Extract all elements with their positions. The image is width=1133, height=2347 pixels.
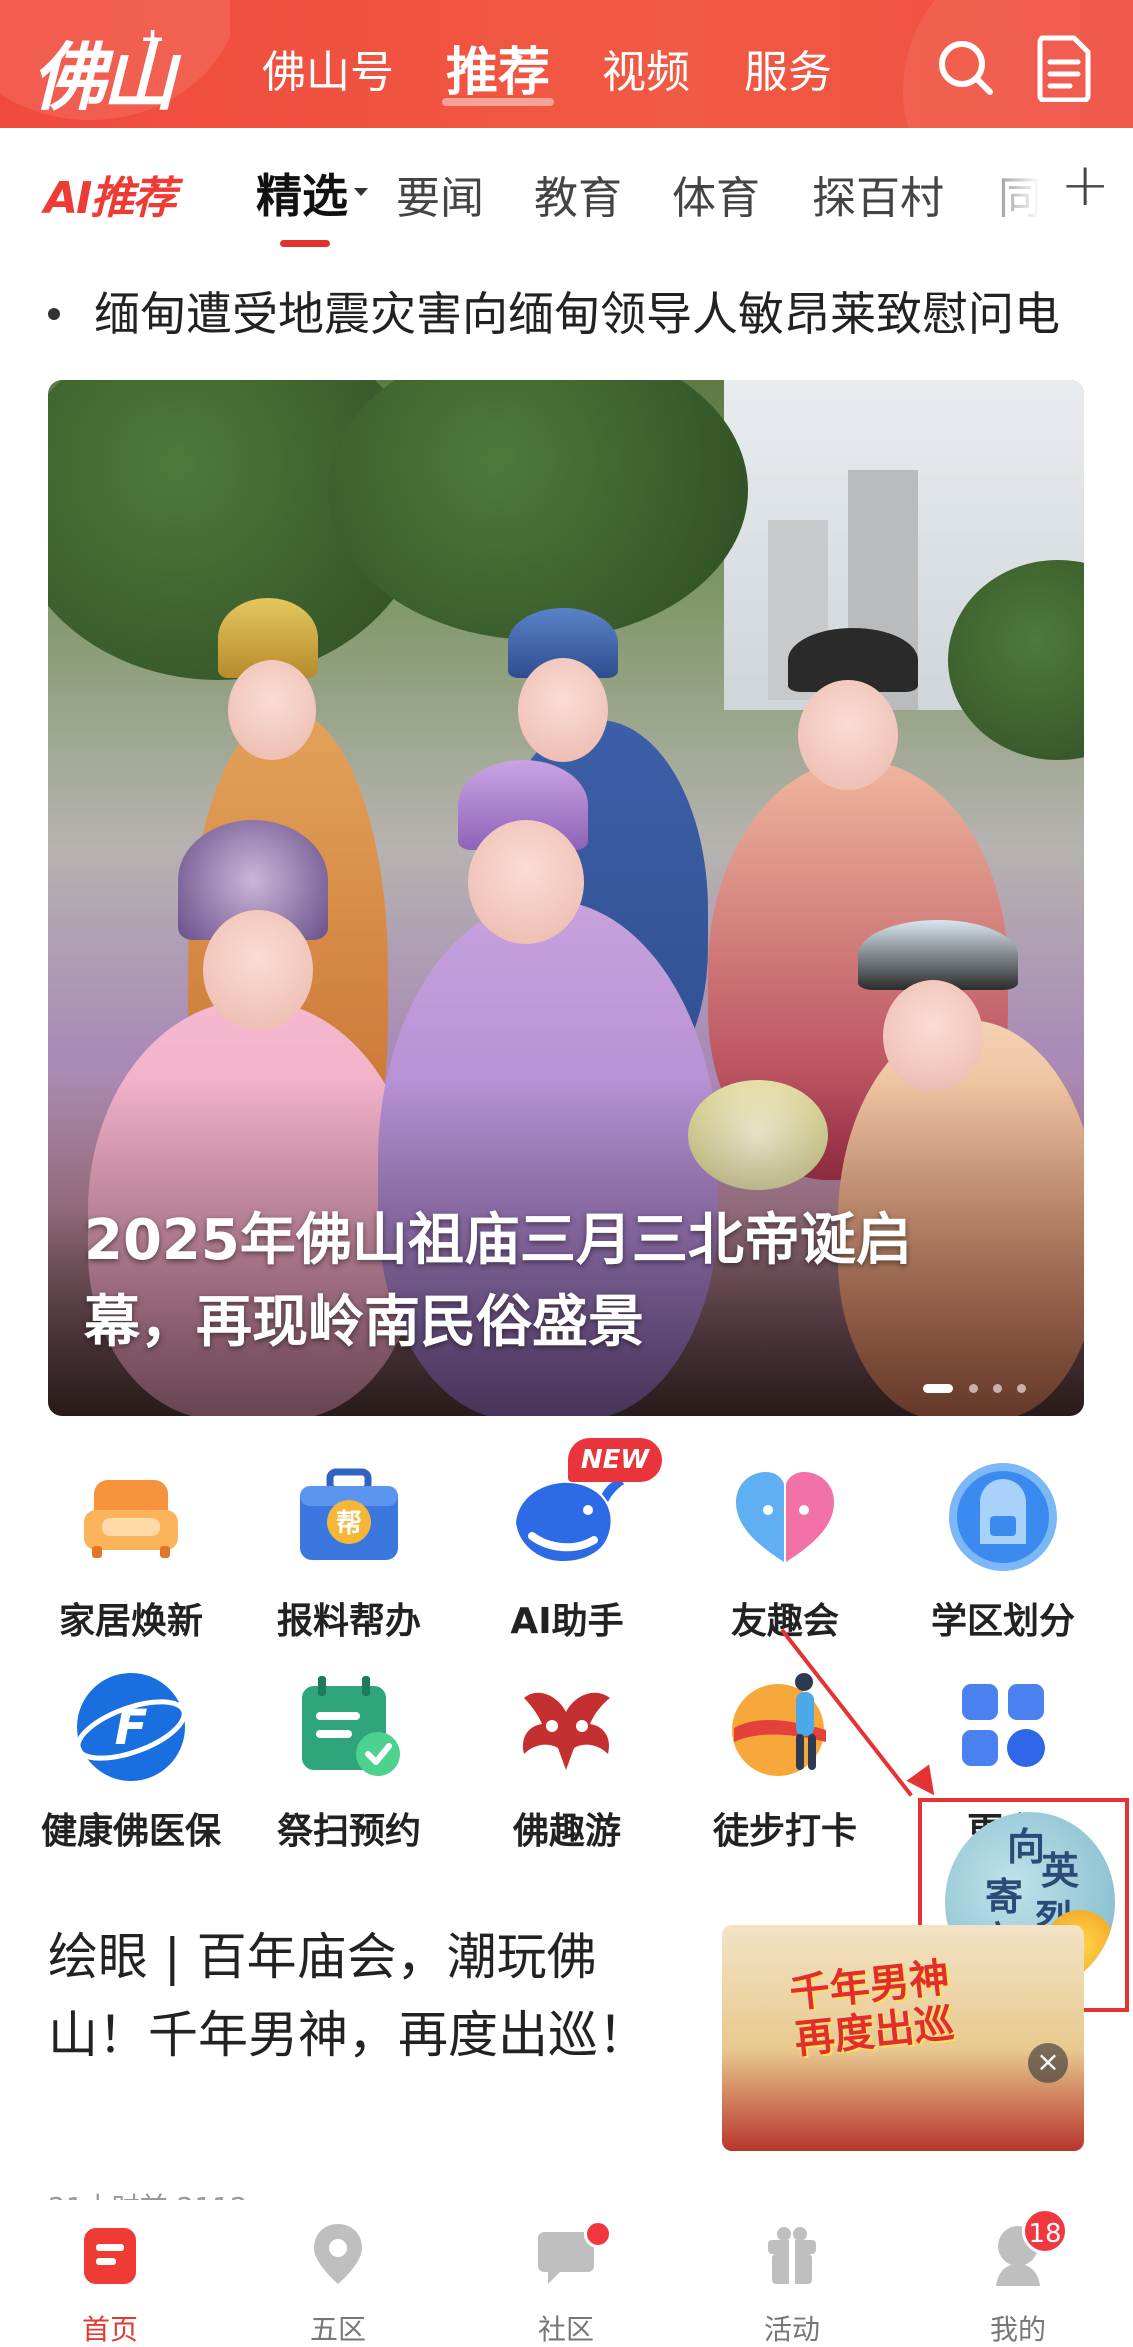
app-header: 佛山 + 佛山号 推荐 视频 服务 [0, 0, 1133, 128]
search-icon[interactable] [936, 38, 996, 98]
tab-recommend[interactable]: 推荐 [446, 30, 550, 105]
headline-text: 缅甸遭受地震灾害向缅甸领导人敏昂莱致慰问电 [94, 287, 1060, 341]
pager-dot [993, 1384, 1002, 1393]
service-home-renew[interactable]: 家居焕新 [22, 1458, 222, 1658]
nav-label: 我的 [989, 2313, 1046, 2346]
briefcase-icon: 帮 [300, 1468, 398, 1560]
profile-notification-badge: 18 [1022, 2208, 1068, 2254]
tab-active-indicator [442, 98, 554, 106]
home-icon [84, 2228, 136, 2284]
channel-villages[interactable]: 探百村 [812, 162, 944, 226]
channel-news[interactable]: 要闻 [396, 162, 484, 226]
service-tomb-sweeping[interactable]: 祭扫预约 [240, 1668, 440, 1868]
service-friends-club[interactable]: 友趣会 [676, 1458, 876, 1658]
article-thumbnail[interactable]: 千年男神 再度出巡 × [722, 1925, 1084, 2151]
school-bag-icon [949, 1463, 1057, 1571]
ai-recommend-tag[interactable]: AI推荐 [44, 162, 176, 226]
banner-title-line: 2025年佛山祖庙三月三北帝诞启 [84, 1208, 912, 1273]
channel-fade [960, 128, 1040, 248]
new-badge: NEW [568, 1438, 662, 1482]
header-decoration-right [873, 0, 1133, 128]
lion-dance-icon [522, 1692, 610, 1770]
banner-face [518, 658, 608, 762]
location-pin-icon [314, 2224, 362, 2284]
service-hiking-checkin[interactable]: 徒步打卡 [676, 1668, 876, 1868]
banner-title[interactable]: 2025年佛山祖庙三月三北帝诞启 幕，再现岭南民俗盛景 [84, 1200, 1004, 1364]
nav-home[interactable]: 首页 [30, 2220, 190, 2347]
service-report-help[interactable]: 帮 报料帮办 [240, 1458, 440, 1658]
add-channel-button[interactable]: + [1060, 150, 1110, 220]
heart-icon [736, 1472, 834, 1562]
nav-community[interactable]: 社区 [486, 2220, 646, 2347]
service-health-insurance[interactable]: F 健康佛医保 [22, 1668, 222, 1868]
service-label: 报料帮办 [276, 1601, 421, 1642]
banner-face [468, 820, 584, 944]
tab-service[interactable]: 服务 [744, 36, 832, 100]
thumb-title: 千年男神 再度出巡 [788, 1955, 957, 2063]
service-ai-assistant[interactable]: AI助手 [458, 1458, 658, 1658]
pager-dot [1017, 1384, 1026, 1393]
channel-active-indicator [280, 240, 330, 247]
nav-label: 五区 [309, 2313, 366, 2346]
service-label: 祭扫预约 [276, 1811, 421, 1852]
article-title[interactable]: 绘眼 | 百年庙会，潮玩佛山！千年男神，再度出巡！ [48, 1918, 648, 2074]
banner-title-line: 幕，再现岭南民俗盛景 [84, 1290, 644, 1355]
nav-label: 首页 [81, 2313, 138, 2346]
tab-video[interactable]: 视频 [602, 36, 690, 100]
nav-profile[interactable]: 我的 [938, 2220, 1098, 2347]
banner-face [203, 910, 313, 1030]
service-label: 徒步打卡 [712, 1811, 857, 1852]
channel-bar: AI推荐 精选 要闻 教育 体育 探百村 同 + [0, 128, 1133, 248]
service-label: AI助手 [510, 1601, 624, 1642]
svg-text:帮: 帮 [336, 1509, 362, 1539]
service-fun-travel[interactable]: 佛趣游 [458, 1668, 658, 1868]
banner-face [228, 660, 316, 760]
banner-face [798, 680, 898, 790]
gift-icon [768, 2227, 816, 2284]
channel-sports[interactable]: 体育 [672, 162, 760, 226]
pager-dot [969, 1384, 978, 1393]
service-label: 学区划分 [930, 1601, 1075, 1642]
nav-activity[interactable]: 活动 [712, 2220, 872, 2347]
headline-ticker[interactable]: 缅甸遭受地震灾害向缅甸领导人敏昂莱致慰问电 [48, 278, 1060, 344]
banner-carousel[interactable]: 2025年佛山祖庙三月三北帝诞启 幕，再现岭南民俗盛景 [48, 380, 1084, 1416]
service-label: 家居焕新 [58, 1601, 203, 1642]
channel-featured[interactable]: 精选 [256, 160, 348, 226]
app-logo-plus: + [140, 22, 166, 57]
close-icon[interactable]: × [1028, 2043, 1068, 2083]
community-notification-dot [584, 2220, 612, 2248]
service-school-district[interactable]: 学区划分 [894, 1458, 1094, 1658]
chevron-down-icon[interactable] [354, 188, 368, 196]
tab-foshan-hao[interactable]: 佛山号 [262, 36, 394, 100]
sofa-icon [84, 1480, 178, 1558]
service-label: 佛趣游 [512, 1811, 621, 1852]
pager-dot-active [923, 1384, 953, 1393]
grid-more-icon [962, 1684, 1045, 1767]
channel-education[interactable]: 教育 [534, 162, 622, 226]
bottom-nav: 首页 五区 社区 活动 我的 [0, 2200, 1133, 2347]
nav-label: 社区 [537, 2313, 594, 2346]
calendar-check-icon [302, 1676, 400, 1776]
nav-label: 活动 [763, 2313, 820, 2346]
service-label: 健康佛医保 [40, 1811, 221, 1852]
bullet-icon [48, 307, 60, 320]
svg-text:F: F [115, 1700, 148, 1756]
health-insurance-icon: F [75, 1673, 187, 1781]
document-icon[interactable] [1034, 34, 1094, 102]
nav-five-districts[interactable]: 五区 [258, 2220, 418, 2347]
